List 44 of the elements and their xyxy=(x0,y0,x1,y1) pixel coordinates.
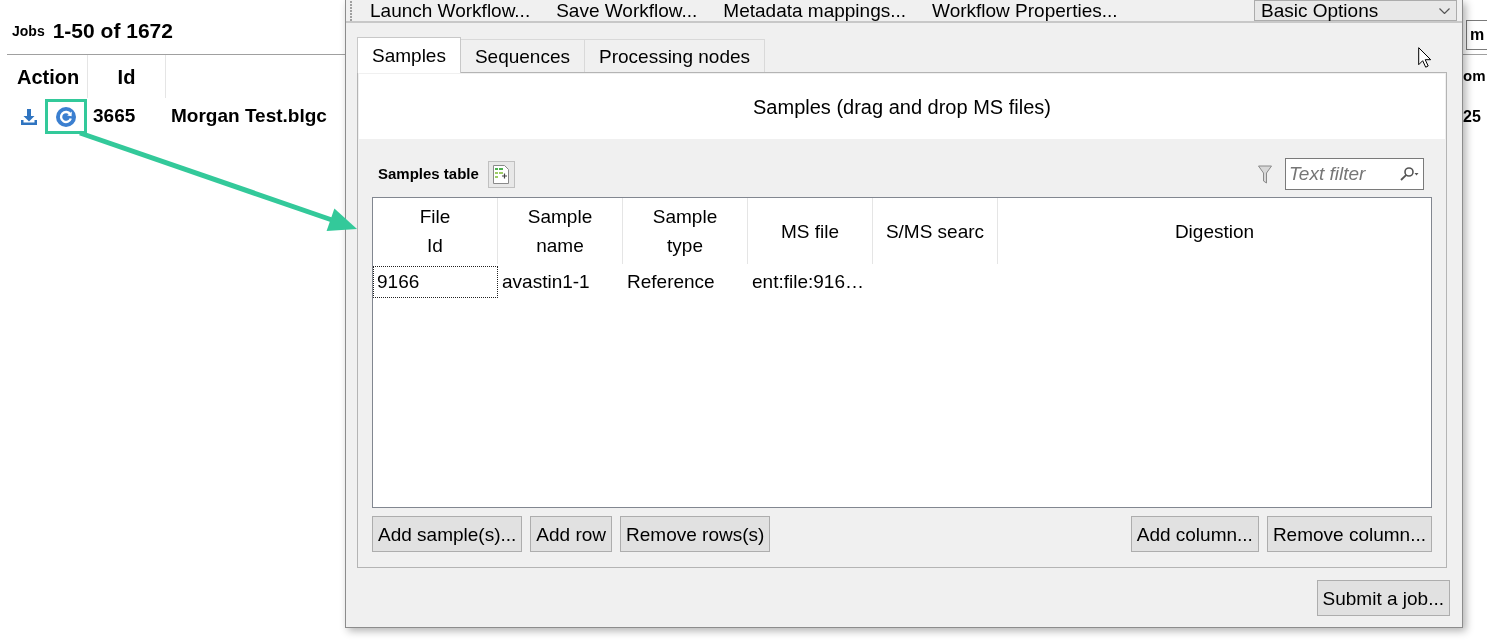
mode-dropdown[interactable]: Basic Options xyxy=(1254,0,1457,21)
table-action-button[interactable]: Add sample(s)... xyxy=(372,516,523,552)
page-title: Jobs xyxy=(12,21,45,41)
tab[interactable]: Sequences xyxy=(460,39,585,72)
tab[interactable]: Samples xyxy=(357,37,461,73)
download-icon[interactable] xyxy=(20,107,38,126)
toolbar-button[interactable]: Workflow Properties... xyxy=(930,1,1120,20)
table-cell[interactable]: avastin1-1 xyxy=(498,266,623,298)
search-icon[interactable] xyxy=(1399,167,1419,181)
table-cell[interactable]: Reference xyxy=(623,266,748,298)
table-action-button[interactable]: Remove rows(s) xyxy=(620,516,771,552)
column-header: om xyxy=(1463,66,1487,87)
table-options-button[interactable] xyxy=(487,160,515,188)
column-header: Id xyxy=(88,55,166,98)
grip-handle-icon[interactable] xyxy=(350,0,353,21)
refresh-icon[interactable] xyxy=(56,106,76,127)
table-cell-text: 25 xyxy=(1463,106,1482,127)
toolbar-button[interactable]: Save Workflow... xyxy=(554,1,700,20)
text-filter-field[interactable]: Text filter xyxy=(1285,158,1424,190)
column-action-button[interactable]: Remove column... xyxy=(1266,516,1432,552)
column-header[interactable]: S/MS searc xyxy=(873,198,998,264)
column-header[interactable]: Sample type xyxy=(623,198,748,264)
chevron-down-icon xyxy=(1439,7,1450,14)
table-cell-text: Morgan Test.blgc xyxy=(170,104,327,129)
column-header[interactable]: MS file xyxy=(748,198,873,264)
mouse-cursor-icon xyxy=(1418,47,1432,68)
submit-button[interactable]: Submit a job... xyxy=(1316,580,1450,616)
column-header[interactable]: Digestion xyxy=(998,198,1431,264)
table-cell[interactable]: ent:file:916… xyxy=(748,266,873,298)
table-title: Samples table xyxy=(378,163,479,184)
table-action-button[interactable]: Add row xyxy=(530,516,613,552)
table-cell[interactable]: 9166 xyxy=(373,266,498,298)
column-action-button[interactable]: Add column... xyxy=(1130,516,1259,552)
spreadsheet-icon xyxy=(493,164,510,184)
tab[interactable]: Processing nodes xyxy=(585,39,766,72)
partial-button[interactable]: m xyxy=(1466,20,1487,50)
drop-hint: Samples (drag and drop MS files) xyxy=(753,94,1051,120)
results-range: 1-50 of 1672 xyxy=(52,18,173,45)
filter-icon[interactable] xyxy=(1258,164,1272,184)
column-header: Action xyxy=(7,55,88,98)
toolbar-button[interactable]: Launch Workflow... xyxy=(368,1,533,20)
toolbar-button[interactable]: Metadata mappings... xyxy=(721,1,909,20)
column-header[interactable]: File Id xyxy=(373,198,498,264)
table-cell-text: 3665 xyxy=(92,104,137,129)
